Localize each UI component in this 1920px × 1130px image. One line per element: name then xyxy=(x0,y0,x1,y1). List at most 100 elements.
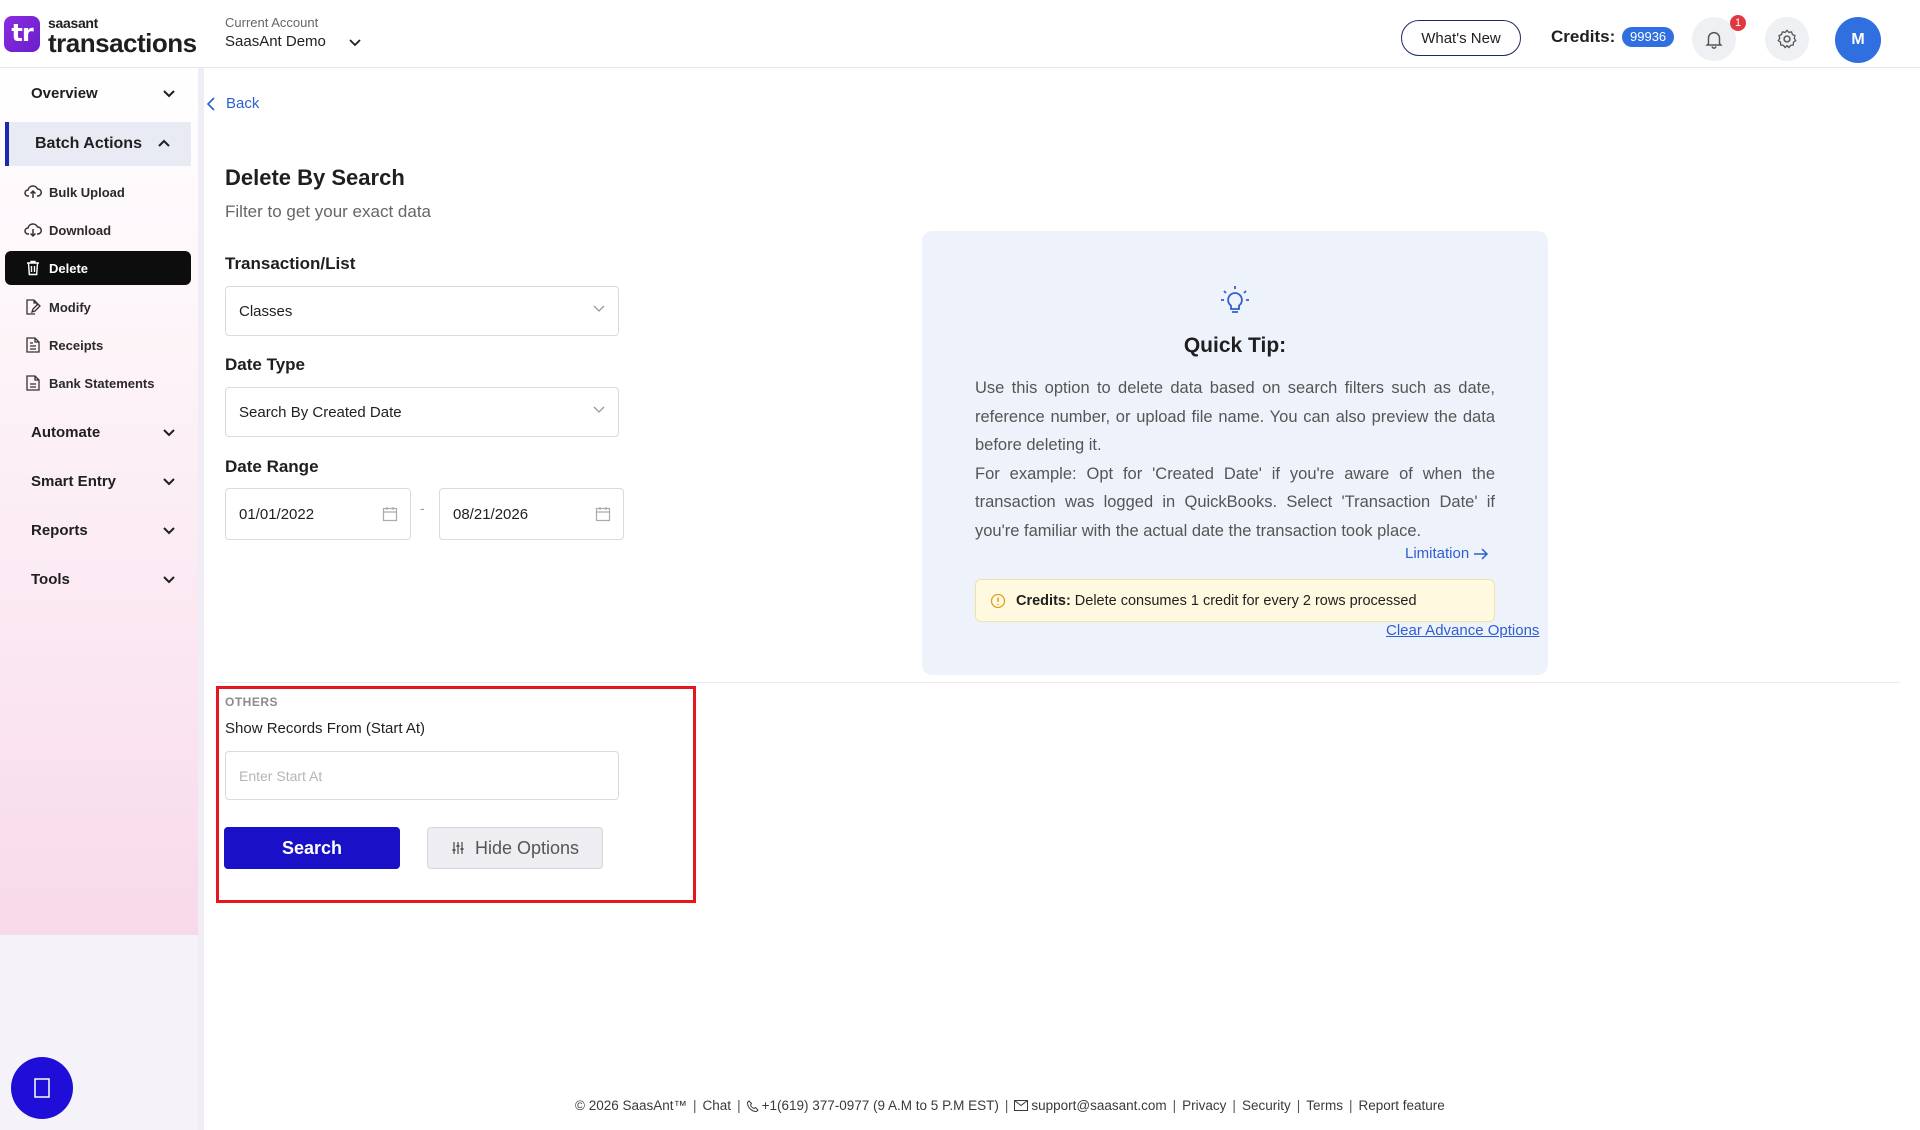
page-subtitle: Filter to get your exact data xyxy=(225,202,431,221)
lightbulb-icon xyxy=(1221,286,1249,313)
date-from-input[interactable]: 01/01/2022 xyxy=(225,488,411,540)
sidebar-item-download[interactable]: Download xyxy=(5,213,191,247)
sidebar-item-label: Modify xyxy=(49,299,91,315)
footer-report-link[interactable]: Report feature xyxy=(1359,1098,1445,1113)
notification-badge: 1 xyxy=(1730,15,1746,31)
sidebar-item-label: Receipts xyxy=(49,337,104,353)
credits-label: Credits: xyxy=(1551,27,1616,46)
account-label: Current Account xyxy=(225,15,319,30)
select-value: Search By Created Date xyxy=(239,404,402,421)
sidebar-item-bank-statements[interactable]: Bank Statements xyxy=(5,366,191,400)
credits-note-text: Delete consumes 1 credit for every 2 row… xyxy=(1074,592,1417,609)
date-range-separator: - xyxy=(420,500,425,516)
sidebar-section-label: Overview xyxy=(31,84,98,102)
sidebar-item-label: Download xyxy=(49,222,112,238)
sidebar-section-label: Smart Entry xyxy=(31,472,117,490)
footer-email-link[interactable]: support@saasant.com xyxy=(1031,1098,1166,1113)
footer-security-link[interactable]: Security xyxy=(1242,1098,1291,1113)
search-button[interactable]: Search xyxy=(224,827,400,869)
footer-copyright: © 2026 SaasAnt™ xyxy=(575,1098,688,1113)
sidebar-section-label: Batch Actions xyxy=(35,135,142,152)
credits-note: Credits: Delete consumes 1 credit for ev… xyxy=(975,579,1495,622)
limitation-label: Limitation xyxy=(1405,545,1470,562)
sidebar-section-batch-actions[interactable]: Batch Actions xyxy=(5,122,191,166)
start-at-label: Show Records From (Start At) xyxy=(225,720,426,737)
sidebar-item-delete[interactable]: Delete xyxy=(5,251,191,285)
sliders-icon xyxy=(452,842,464,854)
receipt-icon xyxy=(23,336,43,354)
select-value: Classes xyxy=(239,303,293,320)
avatar[interactable]: M xyxy=(1835,17,1881,63)
chevron-down-icon xyxy=(163,90,175,98)
footer-phone[interactable]: +1(619) 377-0977 (9 A.M to 5 P.M EST) xyxy=(762,1098,999,1113)
chevron-down-icon xyxy=(163,478,175,486)
settings-button[interactable] xyxy=(1765,17,1809,61)
chevron-down-icon xyxy=(593,305,605,312)
back-link[interactable]: Back xyxy=(206,95,259,112)
footer: © 2026 SaasAnt™ | Chat | +1(619) 377-097… xyxy=(575,1098,1445,1113)
chevron-down-icon xyxy=(163,429,175,437)
trash-icon xyxy=(23,259,43,277)
back-label: Back xyxy=(226,95,260,112)
logo-text[interactable]: transactions xyxy=(48,28,197,59)
footer-privacy-link[interactable]: Privacy xyxy=(1182,1098,1226,1113)
sidebar-item-modify[interactable]: Modify xyxy=(5,290,191,324)
transaction-list-label: Transaction/List xyxy=(225,254,356,273)
chevron-left-icon xyxy=(206,96,215,111)
quick-tip-paragraph: For example: Opt for 'Created Date' if y… xyxy=(975,464,1495,540)
chevron-down-icon xyxy=(163,527,175,535)
date-from-value: 01/01/2022 xyxy=(239,506,315,523)
sidebar-item-label: Delete xyxy=(49,260,89,276)
transaction-list-select[interactable]: Classes xyxy=(225,286,619,336)
sidebar-section-reports[interactable]: Reports xyxy=(0,510,198,550)
sidebar-item-label: Bank Statements xyxy=(49,375,155,391)
top-header: tr saasant transactions Current Account … xyxy=(0,0,1920,68)
date-to-value: 08/21/2026 xyxy=(453,506,529,523)
phone-icon xyxy=(746,1099,759,1112)
sidebar-section-overview[interactable]: Overview xyxy=(0,73,198,113)
chat-icon xyxy=(34,1078,50,1098)
cloud-upload-icon xyxy=(23,183,43,201)
chevron-down-icon[interactable] xyxy=(347,34,363,50)
sidebar-item-bulk-upload[interactable]: Bulk Upload xyxy=(5,175,191,209)
date-type-select[interactable]: Search By Created Date xyxy=(225,387,619,437)
arrow-right-icon xyxy=(1474,547,1489,560)
clear-advance-options-link[interactable]: Clear Advance Options xyxy=(1386,622,1539,639)
others-section-label: OTHERS xyxy=(225,695,279,709)
account-selector[interactable]: SaasAnt Demo xyxy=(225,33,326,50)
calendar-icon[interactable] xyxy=(382,506,398,522)
start-at-input[interactable] xyxy=(225,751,619,800)
quick-tip-body: Use this option to delete data based on … xyxy=(975,374,1495,545)
quick-tip-paragraph: Use this option to delete data based on … xyxy=(975,379,1495,454)
credits-note-label: Credits: xyxy=(1016,592,1071,609)
footer-chat-link[interactable]: Chat xyxy=(703,1098,732,1113)
logo-badge[interactable]: tr xyxy=(4,16,40,52)
date-type-label: Date Type xyxy=(225,355,305,374)
chevron-up-icon xyxy=(158,139,170,147)
edit-file-icon xyxy=(23,298,43,316)
cloud-download-icon xyxy=(23,221,43,239)
bell-icon xyxy=(1705,31,1723,49)
sidebar-section-label: Reports xyxy=(31,521,88,539)
date-to-input[interactable]: 08/21/2026 xyxy=(439,488,624,540)
sidebar-edge xyxy=(198,68,204,1130)
sidebar-section-smart-entry[interactable]: Smart Entry xyxy=(0,461,198,501)
chevron-down-icon xyxy=(163,576,175,584)
sidebar-section-automate[interactable]: Automate xyxy=(0,412,198,452)
quick-tip-title: Quick Tip: xyxy=(1183,334,1287,357)
section-divider xyxy=(215,682,1900,683)
footer-terms-link[interactable]: Terms xyxy=(1306,1098,1343,1113)
help-chat-button[interactable] xyxy=(11,1057,73,1119)
mail-icon xyxy=(1014,1100,1029,1111)
calendar-icon[interactable] xyxy=(595,506,611,522)
sidebar-item-receipts[interactable]: Receipts xyxy=(5,328,191,362)
sidebar-section-tools[interactable]: Tools xyxy=(0,559,198,599)
gear-icon xyxy=(1777,29,1797,49)
limitation-link[interactable]: Limitation xyxy=(1405,545,1489,562)
date-range-label: Date Range xyxy=(225,457,319,476)
sidebar-item-label: Bulk Upload xyxy=(49,184,125,200)
hide-options-button[interactable]: Hide Options xyxy=(427,827,603,869)
whats-new-button[interactable]: What's New xyxy=(1401,20,1521,56)
chevron-down-icon xyxy=(593,406,605,413)
sidebar-section-label: Automate xyxy=(31,423,101,441)
